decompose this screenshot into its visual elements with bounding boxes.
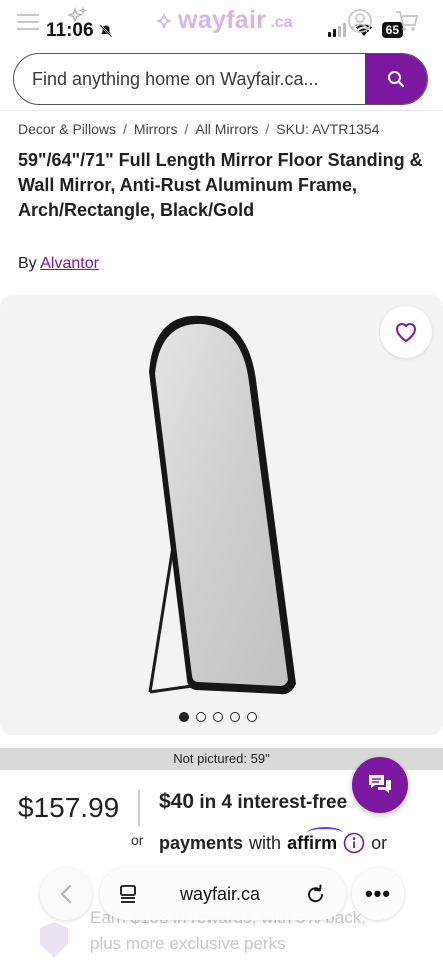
breadcrumb-separator: / <box>123 121 127 137</box>
account-icon[interactable] <box>347 8 373 34</box>
breadcrumb-separator: / <box>265 121 270 137</box>
trailing-or: or <box>371 832 388 853</box>
product-image-mirror[interactable] <box>130 310 300 705</box>
sparkle-icon[interactable] <box>66 6 88 28</box>
more-icon[interactable]: ••• <box>352 868 404 920</box>
installment-amount: $40 <box>159 790 195 813</box>
chat-icon <box>369 775 391 793</box>
carousel-dot[interactable] <box>247 712 257 722</box>
product-price: $157.99 <box>18 792 120 823</box>
wayfair-logo[interactable]: wayfair .ca <box>154 6 293 35</box>
product-title: 59"/64"/71" Full Length Mirror Floor Sta… <box>18 150 423 220</box>
carousel-dot[interactable] <box>179 712 189 722</box>
breadcrumb-item-decor-pillows[interactable]: Decor & Pillows <box>18 121 116 137</box>
installment-offer: $40 in 4 interest-free <box>159 790 347 814</box>
menu-icon[interactable] <box>15 12 41 32</box>
breadcrumb-item-mirrors[interactable]: Mirrors <box>134 121 178 137</box>
with-label: with <box>249 832 282 853</box>
search-icon <box>388 71 405 88</box>
brand-link[interactable]: Alvantor <box>40 255 99 272</box>
carousel-dots <box>179 712 257 722</box>
logo-mark-icon <box>156 12 172 29</box>
or-label: or <box>131 832 144 848</box>
price-divider <box>138 790 140 826</box>
logo-tld: .ca <box>270 14 293 31</box>
chevron-left-icon <box>60 884 72 904</box>
carousel-dot[interactable] <box>230 712 240 722</box>
installment-offer-line-2: payments with affirm or <box>159 826 388 854</box>
rewards-badge-icon <box>40 922 68 958</box>
carousel-dot[interactable] <box>196 712 206 722</box>
wishlist-button[interactable] <box>380 306 432 358</box>
installment-text: in 4 interest-free <box>199 792 348 813</box>
by-label: By <box>18 255 37 272</box>
breadcrumb: Decor & Pillows / Mirrors / All Mirrors / SKU:… <box>18 121 380 137</box>
search-input[interactable] <box>14 54 365 104</box>
browser-back-button[interactable] <box>40 868 92 920</box>
header-divider <box>0 110 443 111</box>
breadcrumb-item-all-mirrors[interactable]: All Mirrors <box>195 121 258 137</box>
search-bar <box>13 53 428 105</box>
heart-icon <box>396 323 416 342</box>
affirm-logo: affirm <box>287 826 344 854</box>
cart-icon[interactable] <box>394 8 420 34</box>
cellular-signal-icon <box>327 23 346 37</box>
brand-line: By Alvantor <box>18 255 99 273</box>
breadcrumb-sku: SKU: AVTR1354 <box>276 121 380 137</box>
info-icon[interactable] <box>343 832 365 854</box>
breadcrumb-separator: / <box>184 121 189 137</box>
bell-slash-icon <box>99 24 113 38</box>
reader-icon[interactable] <box>118 884 138 904</box>
logo-text: wayfair <box>178 6 267 34</box>
chat-button[interactable] <box>352 757 408 813</box>
rewards-text-line-2: plus more exclusive perks <box>90 934 286 953</box>
reload-icon[interactable] <box>306 883 326 905</box>
search-button[interactable] <box>365 54 427 104</box>
carousel-dot[interactable] <box>213 712 223 722</box>
payments-label: payments <box>159 832 244 853</box>
browser-url[interactable]: wayfair.ca <box>180 884 260 905</box>
